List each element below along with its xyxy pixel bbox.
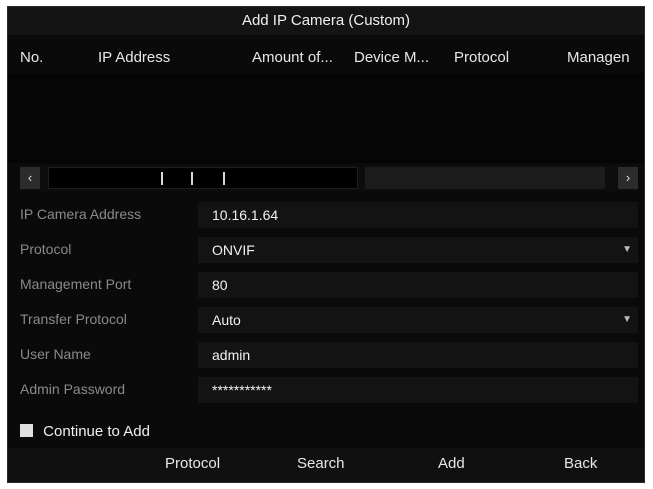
- protocol-button[interactable]: Protocol: [165, 455, 220, 472]
- transfer-protocol-value: Auto: [212, 312, 241, 328]
- back-button[interactable]: Back: [564, 455, 597, 472]
- table-header: No. IP Address Amount of... Device M... …: [8, 43, 644, 71]
- chevron-left-icon[interactable]: ‹: [20, 167, 40, 189]
- protocol-select[interactable]: ONVIF ▼: [198, 237, 638, 263]
- column-header-protocol[interactable]: Protocol: [454, 49, 509, 66]
- management-port-row: Management Port 80: [8, 269, 644, 299]
- ip-camera-address-label: IP Camera Address: [20, 206, 142, 222]
- transfer-protocol-select[interactable]: Auto ▼: [198, 307, 638, 333]
- continue-to-add-checkbox[interactable]: [20, 424, 33, 437]
- continue-to-add-label: Continue to Add: [43, 423, 150, 440]
- add-ip-camera-dialog: Add IP Camera (Custom) No. IP Address Am…: [7, 6, 645, 483]
- dialog-title: Add IP Camera (Custom): [8, 7, 644, 35]
- user-name-row: User Name admin: [8, 339, 644, 369]
- scroll-thumb[interactable]: [365, 167, 605, 189]
- user-name-input[interactable]: admin: [198, 342, 638, 368]
- add-button[interactable]: Add: [438, 455, 465, 472]
- admin-password-row: Admin Password ***********: [8, 374, 644, 404]
- ip-camera-address-row: IP Camera Address 10.16.1.64: [8, 199, 644, 229]
- column-divider: [161, 172, 163, 185]
- caret-down-icon[interactable]: ▼: [622, 237, 632, 263]
- column-divider: [191, 172, 193, 185]
- transfer-protocol-label: Transfer Protocol: [20, 311, 127, 327]
- ip-camera-address-input[interactable]: 10.16.1.64: [198, 202, 638, 228]
- column-header-management[interactable]: Managen: [567, 49, 630, 66]
- chevron-right-icon[interactable]: ›: [618, 167, 638, 189]
- dialog-footer: Protocol Search Add Back: [8, 448, 644, 482]
- camera-list-table[interactable]: [8, 73, 644, 163]
- management-port-input[interactable]: 80: [198, 272, 638, 298]
- transfer-protocol-row: Transfer Protocol Auto ▼: [8, 304, 644, 334]
- column-header-device-model[interactable]: Device M...: [354, 49, 429, 66]
- search-button[interactable]: Search: [297, 455, 345, 472]
- continue-to-add-option[interactable]: Continue to Add: [20, 423, 150, 445]
- column-header-no[interactable]: No.: [20, 49, 43, 66]
- admin-password-label: Admin Password: [20, 381, 126, 397]
- horizontal-scrollbar[interactable]: ‹ ›: [20, 165, 638, 191]
- column-divider: [223, 172, 225, 185]
- column-header-ip-address[interactable]: IP Address: [98, 49, 170, 66]
- protocol-row: Protocol ONVIF ▼: [8, 234, 644, 264]
- scroll-track[interactable]: [48, 167, 358, 189]
- protocol-label: Protocol: [20, 241, 72, 257]
- admin-password-input[interactable]: ***********: [198, 377, 638, 403]
- management-port-label: Management Port: [20, 276, 132, 292]
- column-header-amount[interactable]: Amount of...: [252, 49, 333, 66]
- user-name-label: User Name: [20, 346, 91, 362]
- protocol-value: ONVIF: [212, 242, 255, 258]
- caret-down-icon[interactable]: ▼: [622, 307, 632, 333]
